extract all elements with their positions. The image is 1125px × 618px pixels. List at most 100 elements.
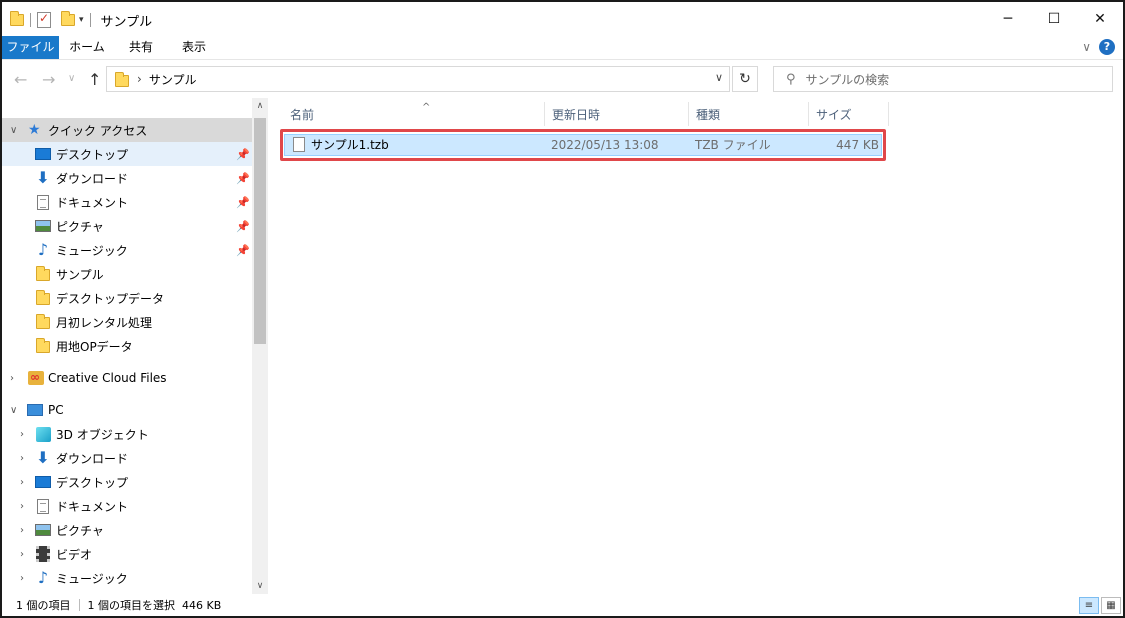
search-input[interactable]: ⚲ サンプルの検索: [773, 66, 1113, 92]
folder-icon: [36, 314, 50, 329]
collapse-icon[interactable]: ∨: [10, 405, 17, 416]
music-icon: ♪: [37, 568, 49, 587]
help-icon[interactable]: ?: [1099, 39, 1115, 55]
tab-home[interactable]: ホーム: [62, 36, 112, 59]
nav-item-desktop[interactable]: デスクトップ 📌: [2, 142, 252, 166]
nav-pc[interactable]: ∨ PC: [2, 398, 252, 422]
properties-icon[interactable]: [37, 11, 51, 28]
scroll-down-button[interactable]: ∨: [252, 578, 268, 594]
nav-item-documents[interactable]: ドキュメント 📌: [2, 190, 252, 214]
expand-icon[interactable]: ›: [10, 373, 14, 384]
nav-item-pc-desktop[interactable]: › デスクトップ: [2, 470, 252, 494]
new-folder-icon[interactable]: [61, 11, 75, 26]
nav-label: ダウンロード: [56, 171, 129, 186]
window-controls: ─ ☐ ✕: [985, 2, 1123, 36]
tab-share[interactable]: 共有: [116, 36, 166, 59]
pictures-icon: [35, 524, 51, 536]
column-header-name[interactable]: 名前 ^: [282, 102, 544, 126]
expand-icon[interactable]: ›: [20, 501, 24, 512]
video-icon: [36, 546, 50, 562]
column-header-date[interactable]: 更新日時: [544, 102, 688, 126]
nav-label: ダウンロード: [56, 451, 129, 466]
nav-label: デスクトップデータ: [56, 291, 165, 306]
window-title: サンプル: [100, 14, 153, 30]
pin-icon[interactable]: 📌: [236, 196, 250, 209]
nav-item-pc-downloads[interactable]: › ⬇ ダウンロード: [2, 446, 252, 470]
breadcrumb-current[interactable]: サンプル: [149, 71, 197, 88]
nav-item-pc-music[interactable]: › ♪ ミュージック: [2, 566, 252, 590]
up-button[interactable]: ↑: [88, 70, 101, 89]
expand-icon[interactable]: ›: [20, 477, 24, 488]
scroll-thumb[interactable]: [254, 118, 266, 344]
nav-label: PC: [48, 403, 64, 417]
nav-label: クイック アクセス: [48, 123, 148, 138]
pin-icon[interactable]: 📌: [236, 172, 250, 185]
tab-file[interactable]: ファイル: [2, 36, 59, 59]
column-header-type[interactable]: 種類: [688, 102, 808, 126]
ribbon-right-controls: ∨ ?: [1082, 39, 1115, 55]
details-view-button[interactable]: ≡: [1079, 597, 1099, 614]
document-icon: [37, 498, 49, 514]
nav-label: 用地OPデータ: [56, 339, 133, 354]
close-button[interactable]: ✕: [1077, 2, 1123, 36]
search-icon: ⚲: [786, 71, 796, 87]
nav-item-monthly-rental[interactable]: 月初レンタル処理: [2, 310, 252, 334]
nav-label: 3D オブジェクト: [56, 427, 149, 442]
column-divider[interactable]: [888, 102, 889, 126]
nav-item-sample[interactable]: サンプル: [2, 262, 252, 286]
nav-item-pictures[interactable]: ピクチャ 📌: [2, 214, 252, 238]
nav-quick-access[interactable]: ∨ ★ クイック アクセス: [2, 118, 252, 142]
address-dropdown-icon[interactable]: ∨: [715, 71, 723, 84]
details-view-icon: ≡: [1084, 600, 1094, 611]
nav-item-music[interactable]: ♪ ミュージック 📌: [2, 238, 252, 262]
qat-dropdown-icon[interactable]: ▾: [79, 15, 84, 25]
nav-label: ビデオ: [56, 547, 93, 562]
expand-icon[interactable]: ›: [20, 525, 24, 536]
scroll-up-button[interactable]: ∧: [252, 98, 268, 114]
large-icons-view-button[interactable]: ▦: [1101, 597, 1121, 614]
folder-icon: [36, 290, 50, 305]
breadcrumb-separator[interactable]: ›: [137, 72, 142, 86]
pin-icon[interactable]: 📌: [236, 244, 250, 257]
ribbon-tabs: ファイル ホーム 共有 表示 ∨ ?: [2, 36, 1123, 60]
refresh-button[interactable]: ↻: [732, 66, 758, 92]
expand-icon[interactable]: ›: [20, 573, 24, 584]
column-header-size[interactable]: サイズ: [808, 102, 888, 126]
collapse-icon[interactable]: ∨: [10, 125, 17, 136]
nav-item-3d-objects[interactable]: › 3D オブジェクト: [2, 422, 252, 446]
pc-icon: [27, 404, 43, 416]
forward-button[interactable]: →: [42, 70, 55, 89]
minimize-button[interactable]: ─: [985, 2, 1031, 36]
maximize-button[interactable]: ☐: [1031, 2, 1077, 36]
nav-item-land-op-data[interactable]: 用地OPデータ: [2, 334, 252, 358]
address-bar[interactable]: › サンプル ∨: [106, 66, 730, 92]
view-switcher: ≡ ▦: [1079, 597, 1121, 614]
recent-locations-button[interactable]: ∨: [68, 73, 75, 84]
music-icon: ♪: [37, 240, 49, 259]
nav-item-pc-videos[interactable]: › ビデオ: [2, 542, 252, 566]
nav-label: Creative Cloud Files: [48, 371, 167, 385]
expand-icon[interactable]: ›: [20, 453, 24, 464]
ribbon-expand-icon[interactable]: ∨: [1082, 40, 1091, 54]
nav-item-downloads[interactable]: ⬇ ダウンロード 📌: [2, 166, 252, 190]
nav-scrollbar[interactable]: ∧ ∨: [252, 98, 268, 594]
nav-creative-cloud[interactable]: › Creative Cloud Files: [2, 366, 252, 390]
pin-icon[interactable]: 📌: [236, 220, 250, 233]
download-icon: ⬇: [36, 168, 50, 187]
expand-icon[interactable]: ›: [20, 429, 24, 440]
item-count: 1 個の項目: [16, 599, 71, 612]
pin-icon[interactable]: 📌: [236, 148, 250, 161]
nav-item-pc-documents[interactable]: › ドキュメント: [2, 494, 252, 518]
desktop-icon: [35, 476, 51, 488]
tab-view[interactable]: 表示: [169, 36, 219, 59]
nav-item-pc-pictures[interactable]: › ピクチャ: [2, 518, 252, 542]
nav-label: ドキュメント: [56, 499, 129, 514]
large-icons-view-icon: ▦: [1106, 600, 1116, 611]
pictures-icon: [35, 220, 51, 232]
nav-label: 月初レンタル処理: [56, 315, 153, 330]
nav-item-desktop-data[interactable]: デスクトップデータ: [2, 286, 252, 310]
download-icon: ⬇: [36, 448, 50, 467]
expand-icon[interactable]: ›: [20, 549, 24, 560]
folder-icon: [115, 71, 129, 87]
back-button[interactable]: ←: [14, 70, 27, 89]
